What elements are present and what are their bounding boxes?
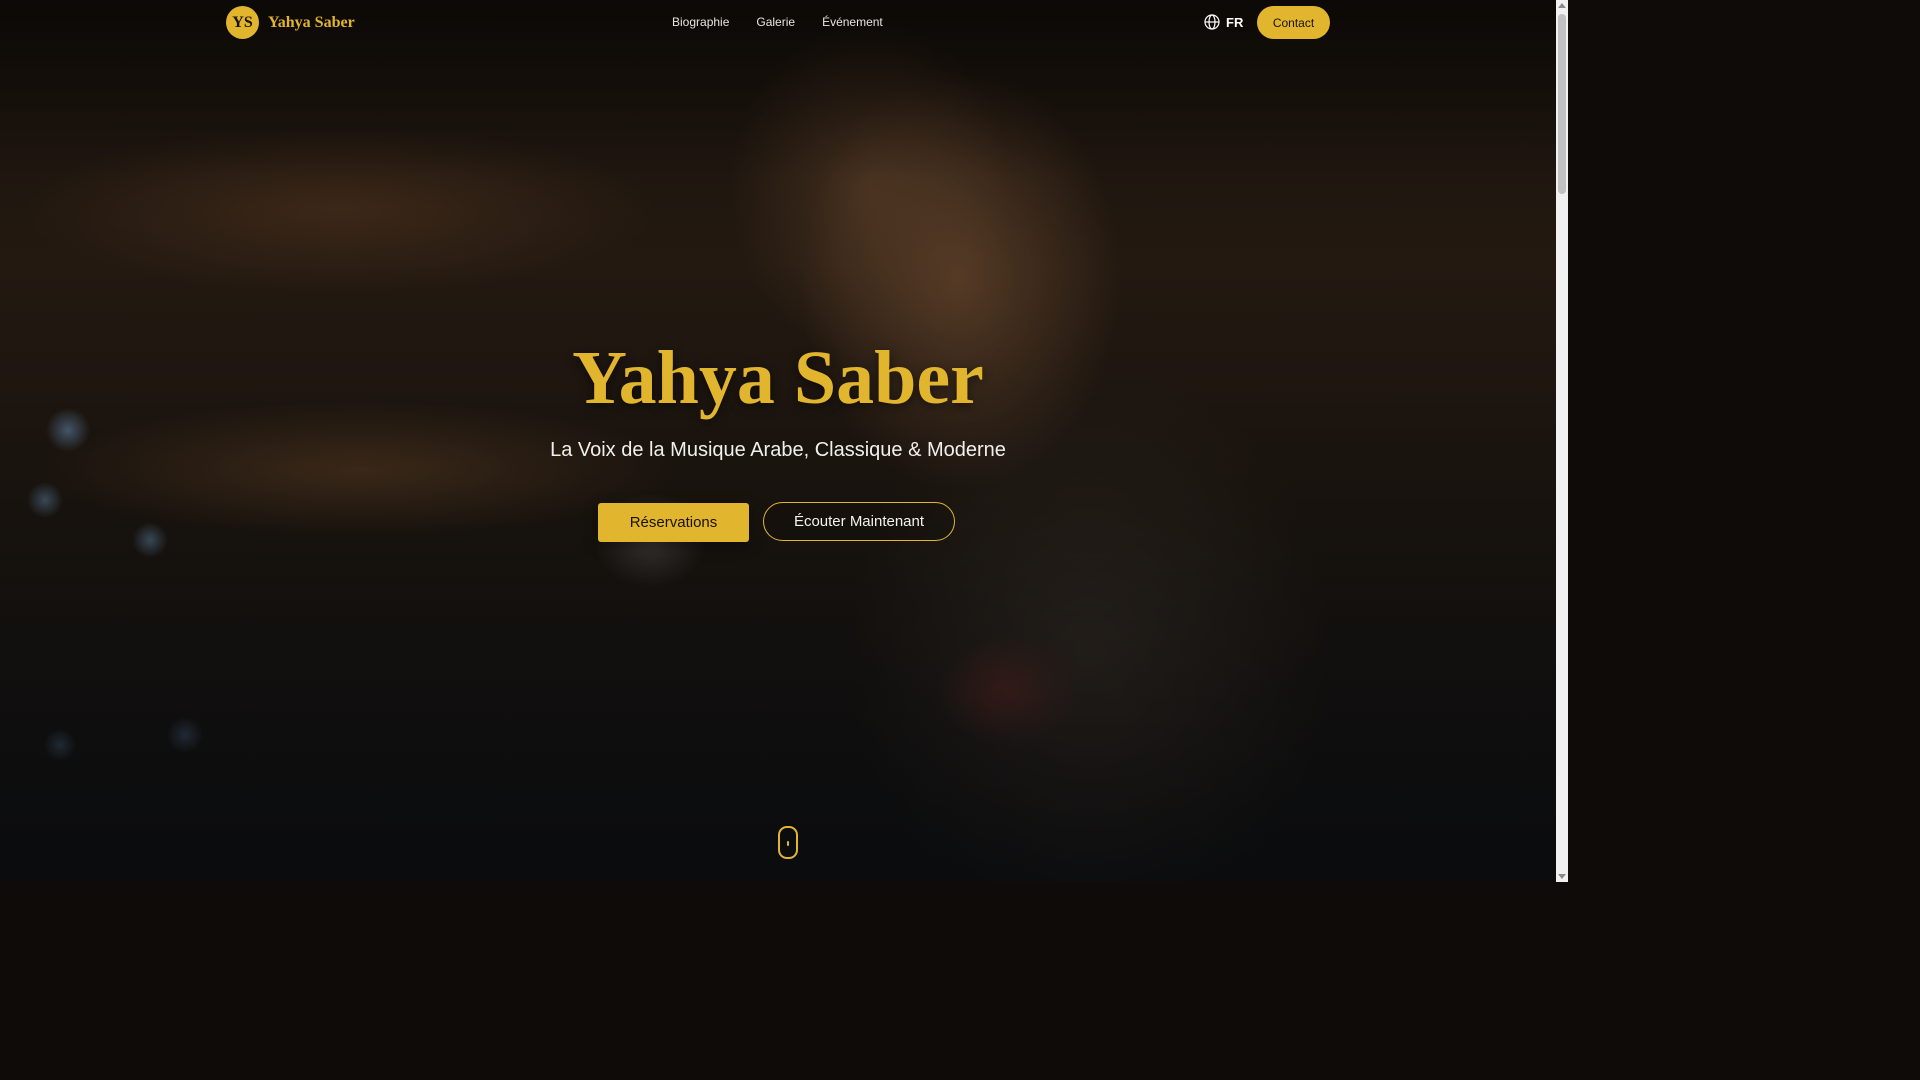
nav-item-biographie[interactable]: Biographie <box>672 15 729 29</box>
language-switcher[interactable]: FR <box>1204 14 1243 30</box>
listen-now-button[interactable]: Écouter Maintenant <box>763 502 955 541</box>
hero-title: Yahya Saber <box>572 336 984 420</box>
scroll-down-arrow-icon[interactable] <box>1558 874 1566 879</box>
reservations-button[interactable]: Réservations <box>598 503 749 542</box>
site-header: YS Yahya Saber Biographie Galerie Événem… <box>0 0 1556 46</box>
language-code: FR <box>1226 14 1244 30</box>
page: YS Yahya Saber Biographie Galerie Événem… <box>0 0 1568 882</box>
contact-button[interactable]: Contact <box>1257 6 1330 39</box>
brand-name: Yahya Saber <box>268 13 355 31</box>
scroll-up-arrow-icon[interactable] <box>1558 3 1566 8</box>
page-scrollbar[interactable] <box>1556 0 1568 882</box>
scroll-wheel-dot <box>787 841 789 846</box>
nav-item-galerie[interactable]: Galerie <box>756 15 795 29</box>
nav-item-evenement[interactable]: Événement <box>822 15 883 29</box>
hero-subtitle: La Voix de la Musique Arabe, Classique &… <box>550 439 1006 461</box>
logo-badge: YS <box>226 6 259 39</box>
main-nav: Biographie Galerie Événement <box>672 15 910 29</box>
scrollbar-thumb[interactable] <box>1558 14 1566 194</box>
mouse-scroll-icon[interactable] <box>778 826 798 859</box>
globe-icon <box>1204 14 1220 30</box>
brand-link[interactable]: YS Yahya Saber <box>226 6 355 39</box>
